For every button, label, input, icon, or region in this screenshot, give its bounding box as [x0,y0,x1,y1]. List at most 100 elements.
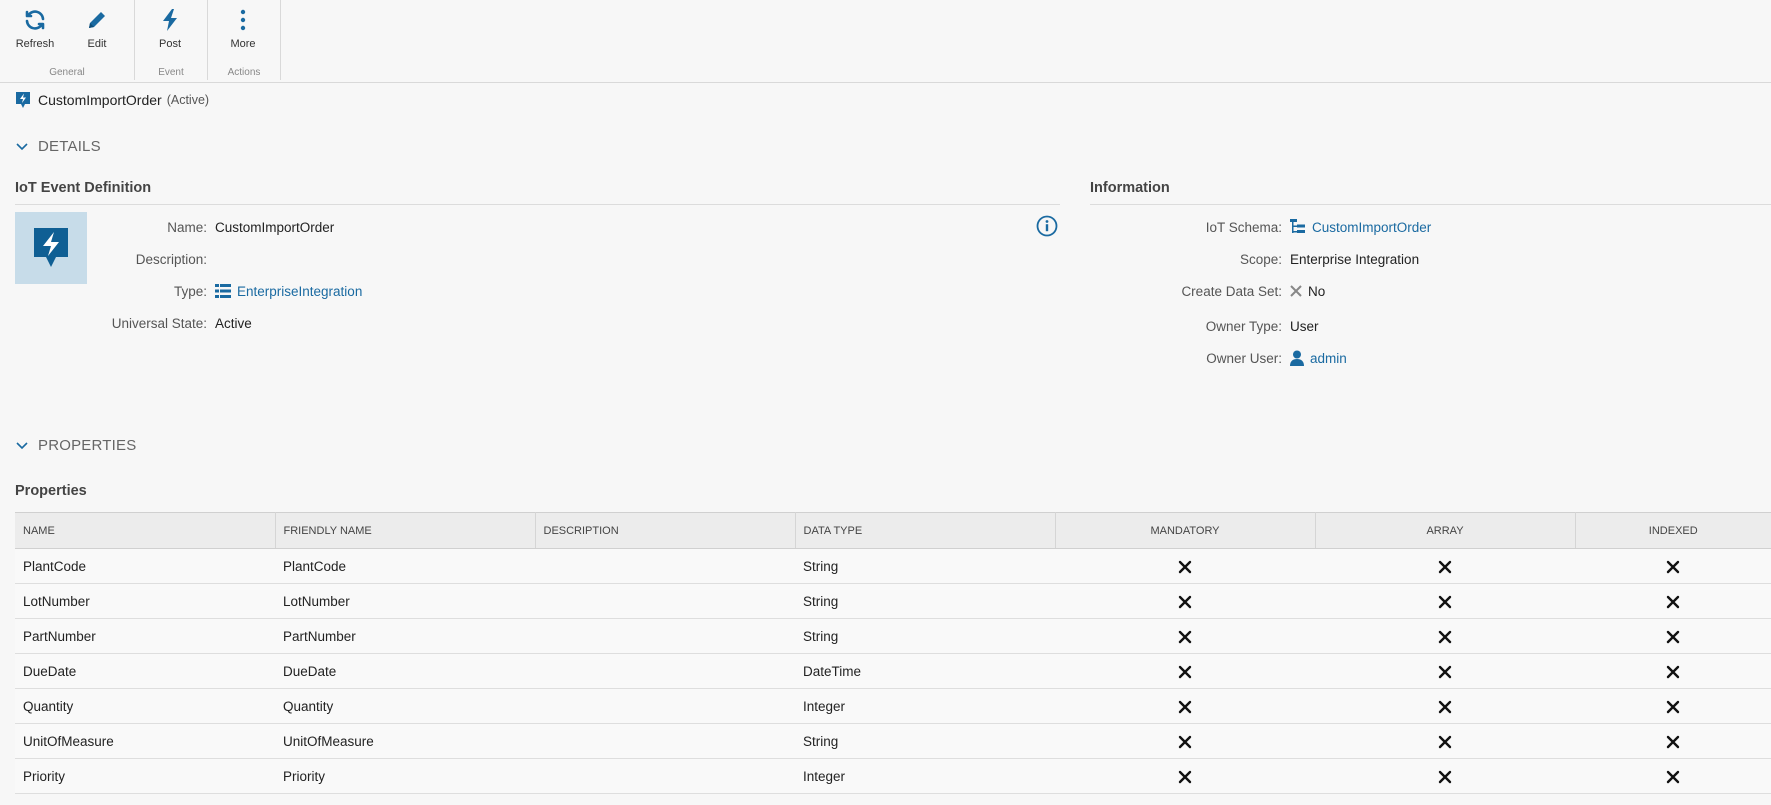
owner-type-label: Owner Type: [1205,318,1282,334]
details-section-label: DETAILS [38,138,101,155]
refresh-button[interactable]: Refresh [4,0,66,62]
user-icon [1290,350,1304,366]
divider [15,204,1060,205]
scope-label: Scope: [1239,251,1282,267]
owner-user-value: admin [1310,350,1347,366]
cell-mandatory [1055,688,1315,724]
toolbar-group-event: Post Event [135,0,208,80]
cell-array [1315,583,1575,619]
information-heading: Information [1090,180,1170,196]
cell-mandatory [1055,723,1315,759]
close-icon [1178,630,1192,643]
cell-name: PartNumber [15,618,275,654]
cell-indexed [1575,723,1771,759]
create-data-set-text: No [1308,283,1326,299]
close-icon [1666,735,1680,748]
description-label: Description: [135,251,207,267]
close-icon [1290,285,1302,297]
cell-data-type: String [795,583,1055,619]
cell-name: DueDate [15,653,275,689]
cell-description [535,723,795,759]
table-row[interactable]: LotNumber LotNumber String [15,583,1771,619]
type-link[interactable]: EnterpriseIntegration [215,283,362,299]
close-icon [1178,770,1192,783]
event-definition-image [15,212,87,284]
column-header-description[interactable]: DESCRIPTION [535,512,796,549]
close-icon [1666,700,1680,713]
chevron-down-icon [16,441,28,449]
cell-name: UnitOfMeasure [15,723,275,759]
cell-description [535,583,795,619]
column-header-mandatory[interactable]: MANDATORY [1055,512,1316,549]
cell-mandatory [1055,758,1315,794]
owner-type-value: User [1290,318,1319,334]
close-icon [1438,770,1452,783]
table-row[interactable]: PlantCode PlantCode String [15,548,1771,584]
cell-data-type: String [795,618,1055,654]
cell-description [535,688,795,724]
table-row[interactable]: UnitOfMeasure UnitOfMeasure String [15,723,1771,759]
table-row[interactable]: DueDate DueDate DateTime [15,653,1771,689]
properties-heading: Properties [15,483,87,499]
entity-title: CustomImportOrder (Active) [16,90,209,110]
close-icon [1438,665,1452,678]
refresh-icon [25,10,45,30]
scope-value: Enterprise Integration [1290,251,1420,267]
column-header-name[interactable]: NAME [15,512,276,549]
iot-schema-value: CustomImportOrder [1312,219,1432,235]
cell-array [1315,548,1575,584]
lightning-icon [163,9,177,31]
cell-friendly-name: Quantity [275,688,535,724]
pencil-icon [89,12,105,28]
table-row[interactable]: Priority Priority Integer [15,758,1771,794]
more-button[interactable]: More [212,0,274,62]
universal-state-label: Universal State: [111,315,207,331]
post-button[interactable]: Post [139,0,201,62]
close-icon [1666,595,1680,608]
close-icon [1178,665,1192,678]
details-section-toggle[interactable]: DETAILS [16,138,101,155]
toolbar-group-actions: More Actions [208,0,281,80]
entity-state: (Active) [166,93,210,107]
cell-mandatory [1055,618,1315,654]
close-icon [1666,770,1680,783]
cell-name: LotNumber [15,583,275,619]
cell-description [535,618,795,654]
close-icon [1438,560,1452,573]
edit-button[interactable]: Edit [66,0,128,62]
owner-user-link[interactable]: admin [1290,350,1347,366]
entity-name: CustomImportOrder [38,92,162,108]
chevron-down-icon [16,142,28,150]
properties-section-label: PROPERTIES [38,437,137,454]
close-icon [1178,735,1192,748]
properties-section-toggle[interactable]: PROPERTIES [16,437,136,454]
schema-tree-icon [1290,219,1305,233]
column-header-data-type[interactable]: DATA TYPE [795,512,1056,549]
cell-indexed [1575,618,1771,654]
create-data-set-row: Create Data Set: No [1110,281,1325,301]
cell-friendly-name: DueDate [275,653,535,689]
cell-mandatory [1055,583,1315,619]
edit-label: Edit [87,38,107,50]
cell-description [535,653,795,689]
cell-data-type: Integer [795,758,1055,794]
table-row[interactable]: Quantity Quantity Integer [15,688,1771,724]
cell-name: Quantity [15,688,275,724]
universal-state-value: Active [215,315,252,331]
info-icon[interactable] [1036,215,1058,237]
table-row[interactable]: PartNumber PartNumber String [15,618,1771,654]
close-icon [1666,560,1680,573]
cell-friendly-name: PlantCode [275,548,535,584]
column-header-indexed[interactable]: INDEXED [1575,512,1771,549]
iot-schema-link[interactable]: CustomImportOrder [1290,219,1431,235]
column-header-array[interactable]: ARRAY [1315,512,1576,549]
close-icon [1438,700,1452,713]
scope-row: Scope: Enterprise Integration [1110,249,1419,269]
close-icon [1178,560,1192,573]
iot-event-definition-heading: IoT Event Definition [15,180,152,196]
cell-friendly-name: PartNumber [275,618,535,654]
cell-friendly-name: UnitOfMeasure [275,723,535,759]
column-header-friendly-name[interactable]: FRIENDLY NAME [275,512,536,549]
table-header-row: NAME FRIENDLY NAME DESCRIPTION DATA TYPE… [15,512,1771,549]
close-icon [1438,595,1452,608]
